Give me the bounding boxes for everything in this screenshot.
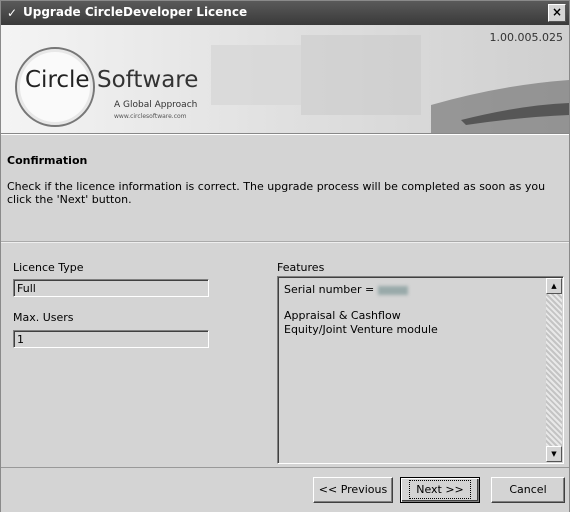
- logo-url: www.circlesoftware.com: [114, 113, 187, 120]
- close-button[interactable]: ×: [548, 4, 566, 22]
- features-label: Features: [277, 261, 325, 274]
- confirmation-title: Confirmation: [7, 154, 88, 167]
- button-bar: [1, 467, 569, 512]
- licence-type-label: Licence Type: [13, 261, 84, 274]
- max-users-label: Max. Users: [13, 311, 74, 324]
- wand-icon: ✓: [7, 6, 18, 20]
- serial-number-label: Serial number =: [284, 283, 375, 296]
- scroll-up-arrow-icon[interactable]: ▲: [546, 278, 562, 294]
- logo-software-text: Software: [97, 67, 199, 93]
- logo-tagline: A Global Approach: [114, 100, 198, 110]
- previous-button-label: << Previous: [318, 483, 388, 496]
- logo-circle-text: Circle: [25, 67, 90, 93]
- previous-button[interactable]: << Previous: [313, 477, 393, 503]
- scroll-down-arrow-icon[interactable]: ▼: [546, 446, 562, 462]
- feature-item: Appraisal & Cashflow: [284, 309, 401, 322]
- title-bar[interactable]: ✓ Upgrade CircleDeveloper Licence ×: [1, 1, 569, 25]
- features-listbox[interactable]: Serial number = Appraisal & Cashflow Equ…: [277, 276, 564, 464]
- cancel-button-label: Cancel: [509, 483, 547, 496]
- cancel-button[interactable]: Cancel: [491, 477, 565, 503]
- confirmation-text: Check if the licence information is corr…: [7, 180, 546, 206]
- feature-item: Equity/Joint Venture module: [284, 323, 438, 336]
- serial-number-line: Serial number =: [284, 283, 409, 296]
- next-button-label: Next >>: [409, 480, 471, 499]
- section-divider: [1, 241, 569, 243]
- max-users-field[interactable]: 1: [13, 330, 209, 348]
- next-button[interactable]: Next >>: [400, 477, 480, 503]
- dialog-window: ✓ Upgrade CircleDeveloper Licence × 1.00…: [0, 0, 570, 512]
- licence-type-field[interactable]: Full: [13, 279, 209, 297]
- window-title: Upgrade CircleDeveloper Licence: [23, 5, 248, 19]
- header-banner: 1.00.005.025 Circle Software A Global Ap…: [1, 25, 569, 133]
- header-divider: [1, 133, 569, 135]
- version-label: 1.00.005.025: [489, 31, 563, 44]
- features-scrollbar[interactable]: ▲ ▼: [546, 278, 562, 462]
- serial-number-redacted: [378, 285, 409, 295]
